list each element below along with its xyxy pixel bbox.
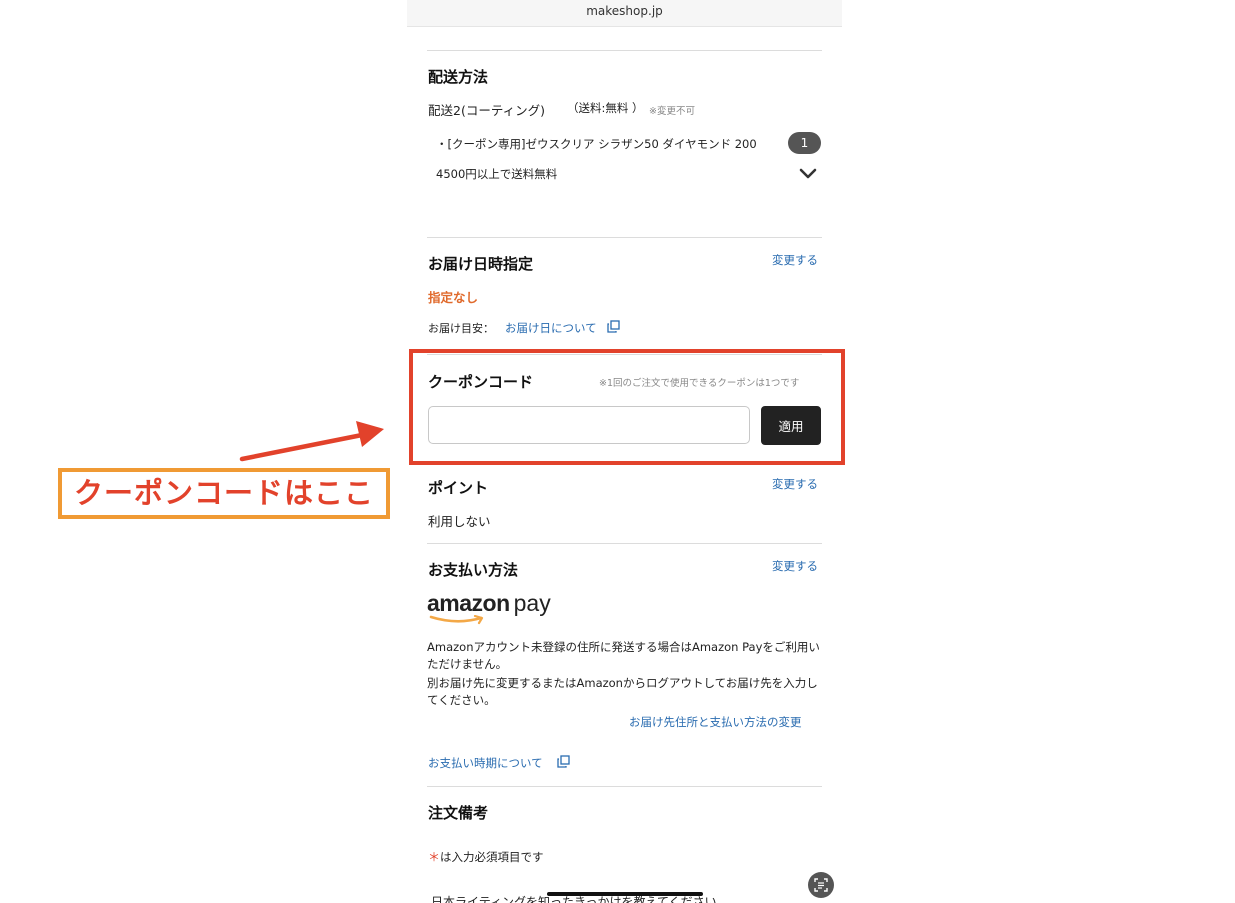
divider — [427, 237, 822, 238]
chevron-down-icon[interactable] — [799, 168, 817, 180]
shipping-fee: （送料:無料 ） — [567, 101, 644, 115]
delivery-change-link[interactable]: 変更する — [772, 252, 818, 268]
amazon-logo-word: amazon — [427, 590, 510, 616]
delivery-heading: お届け日時指定 — [428, 255, 534, 273]
text-scan-button[interactable] — [808, 872, 834, 898]
copy-window-icon[interactable] — [607, 320, 620, 333]
required-legend: ＊は入力必須項目です — [428, 848, 544, 865]
divider — [427, 50, 822, 51]
divider — [427, 786, 822, 787]
remarks-heading: 注文備考 — [428, 804, 489, 822]
divider — [427, 543, 822, 544]
shipping-heading: 配送方法 — [428, 68, 489, 86]
payment-notice-2: 別お届け先に変更するまたはAmazonからログアウトしてお届け先を入力してくださ… — [427, 676, 818, 707]
payment-timing-link[interactable]: お支払い時期について — [428, 755, 543, 771]
payment-heading: お支払い方法 — [428, 561, 519, 579]
annotation-text: クーポンコードはここ — [73, 476, 374, 510]
free-shipping-rule: 4500円以上で送料無料 — [436, 167, 558, 181]
required-mark: ＊ — [428, 850, 441, 864]
text-scan-icon — [814, 878, 828, 892]
delivery-date-info-link[interactable]: お届け日について — [505, 320, 597, 336]
shipping-method: 配送2(コーティング) — [428, 103, 545, 118]
amazon-logo-pay: pay — [513, 590, 551, 616]
delivery-value: 指定なし — [428, 290, 479, 305]
annotation-arrow-icon — [239, 421, 384, 462]
change-address-payment-link[interactable]: お届け先住所と支払い方法の変更 — [629, 714, 802, 730]
amazon-pay-logo: amazon pay — [427, 590, 551, 626]
browser-url-bar[interactable]: makeshop.jp — [407, 0, 842, 27]
coupon-annotation-label: クーポンコードはここ — [58, 468, 390, 519]
coupon-highlight-box — [409, 349, 845, 465]
points-change-link[interactable]: 変更する — [772, 476, 818, 492]
home-indicator — [547, 892, 703, 896]
points-heading: ポイント — [428, 479, 489, 497]
shipping-note: ※変更不可 — [649, 106, 695, 117]
delivery-estimate-label: お届け目安： — [428, 322, 494, 335]
required-note: は入力必須項目です — [440, 850, 544, 864]
url-text: makeshop.jp — [586, 4, 663, 18]
payment-notice-1: Amazonアカウント未登録の住所に発送する場合はAmazon Payをご利用い… — [427, 640, 820, 671]
payment-change-link[interactable]: 変更する — [772, 558, 818, 574]
points-value: 利用しない — [428, 514, 491, 529]
copy-window-icon[interactable] — [557, 755, 570, 768]
quantity-badge: 1 — [788, 132, 821, 154]
amazon-smile-icon — [429, 615, 484, 625]
shipping-item: ・[クーポン専用]ゼウスクリア シラザン50 ダイヤモンド 200 — [436, 137, 757, 151]
